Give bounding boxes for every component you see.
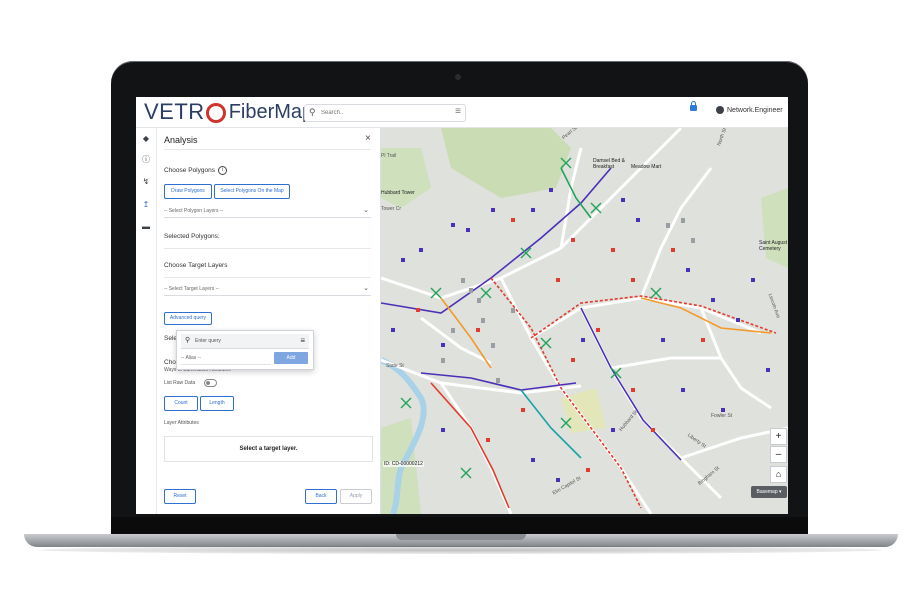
layer-attributes-label: Layer Attributes bbox=[164, 420, 199, 426]
zoom-out-button[interactable]: – bbox=[770, 446, 787, 463]
park-area bbox=[441, 128, 571, 198]
layers-icon[interactable]: ◆ bbox=[141, 134, 151, 144]
poi-label: Hubbard Tower bbox=[381, 190, 415, 196]
logo-o-mark-icon bbox=[205, 103, 226, 123]
fiber-routes bbox=[381, 167, 777, 509]
add-button[interactable]: Add bbox=[274, 352, 308, 364]
street-label: Pl Trail bbox=[381, 153, 397, 159]
laptop-frame: VETRFiberMap® ⚲ ≡ Network.Engineer ◆ ⓘ ↯… bbox=[111, 61, 808, 536]
lock-icon[interactable] bbox=[690, 101, 697, 111]
search-icon: ⚲ bbox=[309, 107, 316, 117]
analysis-panel: Analysis × Choose Polygons i Draw Polygon… bbox=[157, 128, 381, 514]
poi-label: Damsel Bed & Breakfast bbox=[593, 158, 625, 170]
app-screen: VETRFiberMap® ⚲ ≡ Network.Engineer ◆ ⓘ ↯… bbox=[136, 97, 788, 514]
menu-icon[interactable]: ≡ bbox=[455, 106, 461, 117]
panel-title: Analysis bbox=[164, 135, 198, 145]
polygon-layers-select[interactable]: -- Select Polygon Layers -- ⌄ bbox=[164, 205, 371, 218]
select-polygons-on-map-button[interactable]: Select Polygons On the Map bbox=[214, 184, 290, 199]
advanced-query-popup: ⚲ Enter query ≡ -- Alias -- Add bbox=[176, 330, 314, 370]
query-placeholder: Enter query bbox=[195, 338, 221, 344]
reset-button[interactable]: Reset bbox=[164, 489, 196, 504]
menu-icon[interactable]: ≡ bbox=[300, 334, 305, 348]
basemap-button[interactable]: Basemap ▾ bbox=[751, 486, 787, 498]
divider bbox=[164, 277, 371, 278]
zoom-in-button[interactable]: + bbox=[770, 428, 787, 445]
layer-attributes-placeholder: Select a target layer. bbox=[164, 436, 373, 462]
divider bbox=[164, 248, 371, 249]
home-icon[interactable]: ⌂ bbox=[770, 466, 787, 483]
query-input[interactable]: ⚲ Enter query ≡ bbox=[181, 334, 309, 349]
length-button[interactable]: Length bbox=[200, 396, 234, 411]
map-canvas[interactable] bbox=[381, 128, 788, 514]
chevron-down-icon: ⌄ bbox=[363, 285, 369, 292]
street-label: State St bbox=[386, 363, 404, 369]
close-icon[interactable]: × bbox=[365, 133, 371, 144]
top-bar: VETRFiberMap® ⚲ ≡ Network.Engineer bbox=[136, 97, 788, 128]
poi-label: Saint August Cemetery bbox=[759, 240, 788, 252]
logo-vetro-text: VETR bbox=[144, 99, 205, 124]
alias-select[interactable]: -- Alias -- bbox=[181, 353, 271, 365]
count-button[interactable]: Count bbox=[164, 396, 198, 411]
street-label: Fowler St bbox=[711, 413, 733, 419]
list-raw-data-toggle[interactable] bbox=[204, 379, 217, 387]
user-menu[interactable]: Network.Engineer bbox=[716, 106, 783, 114]
info-icon[interactable]: i bbox=[217, 166, 227, 175]
search-box: ⚲ ≡ bbox=[304, 104, 466, 122]
user-avatar-icon bbox=[716, 106, 724, 114]
target-layers-select[interactable]: -- Select Target Layers -- ⌄ bbox=[164, 283, 371, 296]
divider bbox=[164, 149, 371, 150]
camera-dot bbox=[455, 74, 461, 80]
chevron-down-icon: ⌄ bbox=[363, 207, 369, 214]
map-view[interactable]: Pearl St North St Pl Trail Hubbard Tower… bbox=[381, 128, 788, 514]
street-label: Tower Cr bbox=[381, 206, 402, 212]
poi-label: Meadow Mart bbox=[631, 164, 662, 170]
draw-polygons-button[interactable]: Draw Polygons bbox=[164, 184, 212, 199]
choose-polygons-label: Choose Polygons i bbox=[164, 166, 227, 175]
laptop-notch bbox=[396, 534, 526, 540]
vetro-logo[interactable]: VETRFiberMap® bbox=[144, 99, 320, 124]
laptop-shadow bbox=[40, 546, 882, 554]
apply-button[interactable]: Apply bbox=[340, 489, 372, 504]
selected-polygons-label: Selected Polygons: bbox=[164, 233, 220, 240]
street-network bbox=[381, 128, 788, 514]
search-input[interactable] bbox=[319, 106, 443, 120]
choose-target-layers-label: Choose Target Layers bbox=[164, 262, 228, 269]
analysis-chart-icon[interactable]: ↥ bbox=[141, 200, 151, 210]
logo-fibermap-text: FiberMap bbox=[228, 100, 314, 123]
map-feature-id: ID: CD-00000212 bbox=[383, 461, 424, 467]
search-icon: ⚲ bbox=[185, 337, 191, 344]
advanced-query-button[interactable]: Advanced query bbox=[164, 312, 212, 325]
cemetery-area bbox=[761, 188, 788, 268]
network-trace-icon[interactable]: ↯ bbox=[141, 177, 151, 187]
user-name: Network.Engineer bbox=[727, 106, 783, 114]
left-icon-rail: ◆ ⓘ ↯ ↥ ▬ bbox=[136, 128, 157, 514]
info-circle-icon[interactable]: ⓘ bbox=[141, 155, 151, 165]
measure-ruler-icon[interactable]: ▬ bbox=[141, 222, 151, 232]
list-raw-data-label: List Raw Data bbox=[164, 380, 196, 386]
back-button[interactable]: Back bbox=[305, 489, 337, 504]
